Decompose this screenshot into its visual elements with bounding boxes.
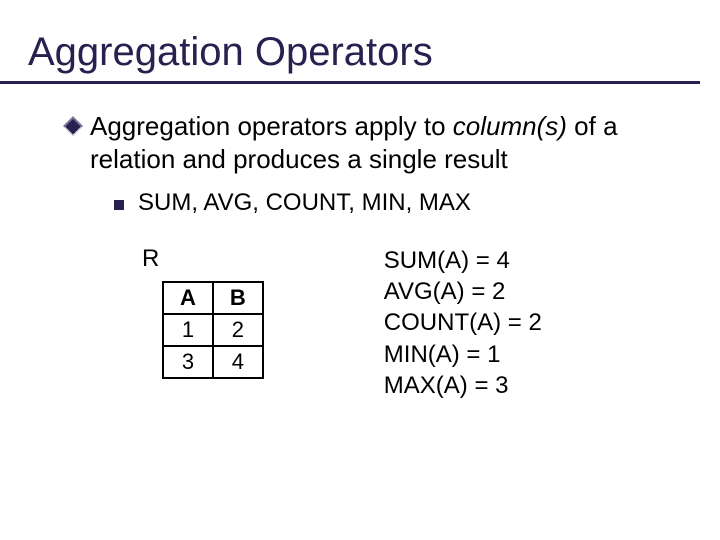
title-bar: Aggregation Operators (0, 0, 700, 84)
table-header-row: A B (163, 282, 263, 314)
square-icon (114, 200, 124, 210)
result-line: MIN(A) = 1 (384, 339, 542, 370)
result-line: AVG(A) = 2 (384, 276, 542, 307)
aggregate-results: SUM(A) = 4 AVG(A) = 2 COUNT(A) = 2 MIN(A… (384, 245, 542, 401)
result-line: COUNT(A) = 2 (384, 307, 542, 338)
slide-body: Aggregation operators apply to column(s)… (0, 84, 720, 401)
lead-pre: Aggregation operators apply to (90, 111, 453, 141)
lead-paragraph: Aggregation operators apply to column(s)… (90, 110, 690, 175)
cell: 2 (213, 314, 263, 346)
cell: 3 (163, 346, 213, 378)
relation-table: A B 1 2 3 4 (162, 281, 264, 379)
cell: 4 (213, 346, 263, 378)
cell: 1 (163, 314, 213, 346)
col-header: B (213, 282, 263, 314)
result-line: MAX(A) = 3 (384, 370, 542, 401)
result-line: SUM(A) = 4 (384, 245, 542, 276)
relation-name: R (142, 245, 264, 273)
sub-bullet-text: SUM, AVG, COUNT, MIN, MAX (138, 189, 471, 217)
table-row: 3 4 (163, 346, 263, 378)
example-row: R A B 1 2 3 4 SUM(A) = 4 AVG(A) = 2 COUN… (136, 245, 690, 401)
col-header: A (163, 282, 213, 314)
diamond-icon (66, 119, 80, 133)
lead-em: column(s) (453, 111, 567, 141)
slide-title: Aggregation Operators (28, 30, 700, 75)
bullet-level2: SUM, AVG, COUNT, MIN, MAX (114, 189, 690, 217)
relation-block: R A B 1 2 3 4 (136, 245, 264, 379)
bullet-level1: Aggregation operators apply to column(s)… (66, 110, 690, 175)
table-row: 1 2 (163, 314, 263, 346)
